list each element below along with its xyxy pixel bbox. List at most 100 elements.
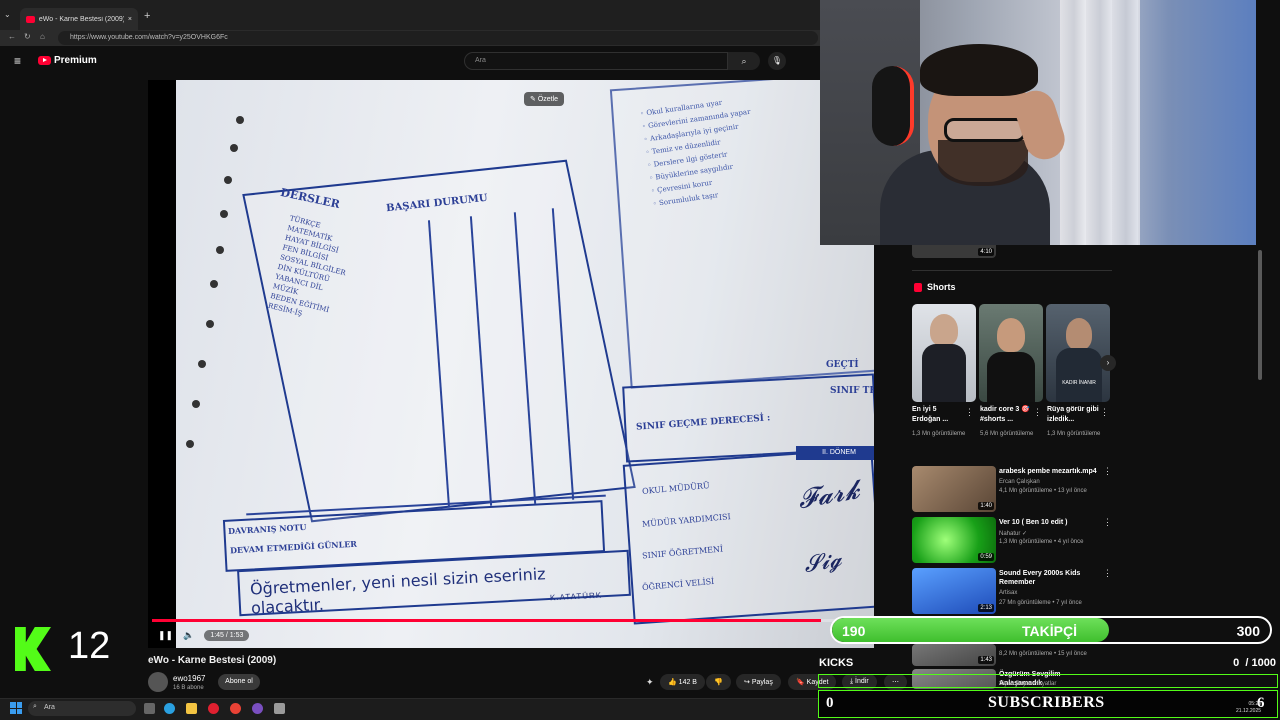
youtube-logo[interactable]: Premium <box>38 55 97 66</box>
menu-icon[interactable]: ≡ <box>14 54 21 68</box>
new-tab-button[interactable]: + <box>144 10 150 22</box>
time-display: 1:45 / 1:53 <box>204 629 250 641</box>
chrome-icon[interactable] <box>230 703 241 714</box>
follower-goal-bar: 190 TAKİPÇİ 300 <box>830 616 1272 644</box>
home-icon[interactable]: ⌂ <box>40 32 45 41</box>
kicks-goal: 1000 <box>1251 657 1276 669</box>
passed-label: GEÇTİ <box>826 360 859 370</box>
taskbar-search-icon: ⌕ <box>33 703 37 710</box>
summarize-label: Özetle <box>537 96 559 103</box>
close-tab-icon[interactable]: × <box>128 16 132 23</box>
edge-icon[interactable] <box>164 703 175 714</box>
youtube-play-icon <box>38 56 51 65</box>
volume-icon[interactable]: 🔈 <box>183 630 194 641</box>
short-title-2[interactable]: kadir core 3 🎯 #shorts ... <box>980 405 1034 425</box>
channel-avatar[interactable] <box>148 672 168 692</box>
clock-time: 05:20 <box>1248 701 1262 707</box>
task-view-icon[interactable] <box>144 703 155 714</box>
like-count: 142 B <box>678 679 697 686</box>
hair <box>920 44 1038 96</box>
rec-menu-2[interactable]: ⋮ <box>1103 517 1112 528</box>
url-field[interactable]: https://www.youtube.com/watch?v=y25OVHKG… <box>58 31 818 45</box>
short-title-1[interactable]: En iyi 5 Erdoğan ... <box>912 405 966 425</box>
rec-menu-3[interactable]: ⋮ <box>1103 568 1112 579</box>
short-menu-3[interactable]: ⋮ <box>1100 407 1109 418</box>
kicks-label: KICKS <box>819 657 854 669</box>
windows-start-icon[interactable] <box>10 702 22 714</box>
sidebar-scrollbar[interactable] <box>1258 250 1262 380</box>
system-clock[interactable]: 05:20 21.12.2025 <box>1236 701 1261 715</box>
headphones-icon <box>872 66 914 146</box>
video-player[interactable]: DERSLER BAŞARI DURUMU TÜRKÇE MATEMATİK HAY… <box>148 80 874 648</box>
microphone-icon[interactable]: 🎙 <box>768 52 786 70</box>
file-explorer-icon[interactable] <box>186 703 197 714</box>
short-thumb-1[interactable] <box>912 304 976 402</box>
share-button[interactable]: ↪ Paylaş <box>736 674 781 690</box>
shorts-icon <box>914 282 922 292</box>
short-views-2: 5,6 Mn görüntüleme <box>980 431 1034 437</box>
taskbar-search-input[interactable]: ⌕ Ara <box>28 701 136 716</box>
rec-meta-2: 1,3 Mn görüntüleme • 4 yıl önce <box>999 539 1084 545</box>
reload-icon[interactable]: ↻ <box>24 32 31 41</box>
calculator-icon[interactable] <box>274 703 285 714</box>
rec-channel-2[interactable]: Nahatur ✓ <box>999 530 1027 537</box>
short-views-3: 1,3 Mn görüntüleme <box>1047 431 1101 437</box>
tab-list-button[interactable]: ⌄ <box>4 10 11 19</box>
subscriber-label: SUBSCRIBERS <box>988 694 1105 711</box>
rec-meta-4: 8,2 Mn görüntüleme • 15 yıl önce <box>999 651 1087 657</box>
channel-name[interactable]: ewo1967 <box>173 674 205 683</box>
short-thumb-2[interactable] <box>979 304 1043 402</box>
tab-title: eWo - Karne Bestesi (2009) <box>38 15 124 23</box>
short-views-1: 1,3 Mn görüntüleme <box>912 431 966 437</box>
subscriber-count: 16 B abone <box>173 685 204 691</box>
rec-thumb-2[interactable]: 0:59 <box>912 517 996 563</box>
opera-icon[interactable] <box>208 703 219 714</box>
rec-title-2[interactable]: Ver 10 ( Ben 10 edit ) <box>999 518 1099 527</box>
shorts-header: Shorts <box>914 282 956 292</box>
rec-meta-1: 4,1 Mn görüntüleme • 13 yıl önce <box>999 488 1087 494</box>
rec-title-1[interactable]: arabesk pembe mezartık.mp4 <box>999 467 1099 476</box>
short-caption: KADIR İNANIR <box>1062 380 1096 386</box>
video-title: eWo - Karne Bestesi (2009) <box>148 655 277 666</box>
browser-tab-bar: ⌄ eWo - Karne Bestesi (2009) × + <box>0 0 820 30</box>
rec-channel-3[interactable]: Artisax <box>999 590 1017 596</box>
pause-icon[interactable]: ❚❚ <box>158 630 173 641</box>
ask-icon[interactable]: ✦ <box>646 677 654 688</box>
dislike-button[interactable]: 👎 <box>706 674 731 690</box>
obs-icon[interactable] <box>252 703 263 714</box>
short-thumb-3[interactable]: KADIR İNANIR <box>1046 304 1110 402</box>
clock-date: 21.12.2025 <box>1236 708 1262 714</box>
short-menu-1[interactable]: ⋮ <box>965 407 974 418</box>
beard <box>938 140 1028 186</box>
short-menu-2[interactable]: ⋮ <box>1033 407 1042 418</box>
kicks-goal-bar <box>818 674 1278 688</box>
rec-duration-4: 1:43 <box>978 656 994 664</box>
rec-duration-2: 0:59 <box>978 553 994 561</box>
term-header: II. DÖNEM <box>796 446 874 460</box>
progress-fill <box>152 619 821 622</box>
kicks-progress-text: 0 / 1000 <box>1233 657 1276 669</box>
rec-thumb-4[interactable]: 1:43 <box>912 644 996 666</box>
shorts-next-button[interactable]: › <box>1100 355 1116 371</box>
rec-thumb-3[interactable]: 2:13 <box>912 568 996 614</box>
quote-signature: K.ATATÜRK <box>549 590 603 603</box>
logo-text: Premium <box>54 55 97 66</box>
rec-meta-3: 27 Mn görüntüleme • 7 yıl önce <box>999 600 1082 606</box>
rec-channel-1[interactable]: Ercan Çalışkan <box>999 479 1040 485</box>
rec-thumb-1[interactable]: 1:40 <box>912 466 996 512</box>
short-title-3[interactable]: Rüya görür gibi izledik... <box>1047 405 1101 425</box>
search-icon[interactable]: ⌕ <box>728 52 760 70</box>
back-icon[interactable]: ← <box>8 32 16 41</box>
rec-menu-1[interactable]: ⋮ <box>1103 466 1112 477</box>
rec-title-3[interactable]: Sound Every 2000s Kids Remember <box>999 569 1099 587</box>
report-card-image: DERSLER BAŞARI DURUMU TÜRKÇE MATEMATİK HAY… <box>176 80 874 648</box>
search-input[interactable]: Ara <box>464 52 728 70</box>
top-video-thumb[interactable]: 4:10 <box>912 244 996 258</box>
summarize-button[interactable]: ✎ Özetle <box>524 92 565 106</box>
like-button[interactable]: 👍 142 B <box>660 674 705 690</box>
follower-goal: 300 <box>1236 623 1260 639</box>
browser-tab-active[interactable]: eWo - Karne Bestesi (2009) × <box>20 8 138 30</box>
video-progress-bar[interactable] <box>152 619 872 622</box>
glasses-icon <box>944 118 1026 142</box>
subscribe-button[interactable]: Abone ol <box>218 674 260 690</box>
